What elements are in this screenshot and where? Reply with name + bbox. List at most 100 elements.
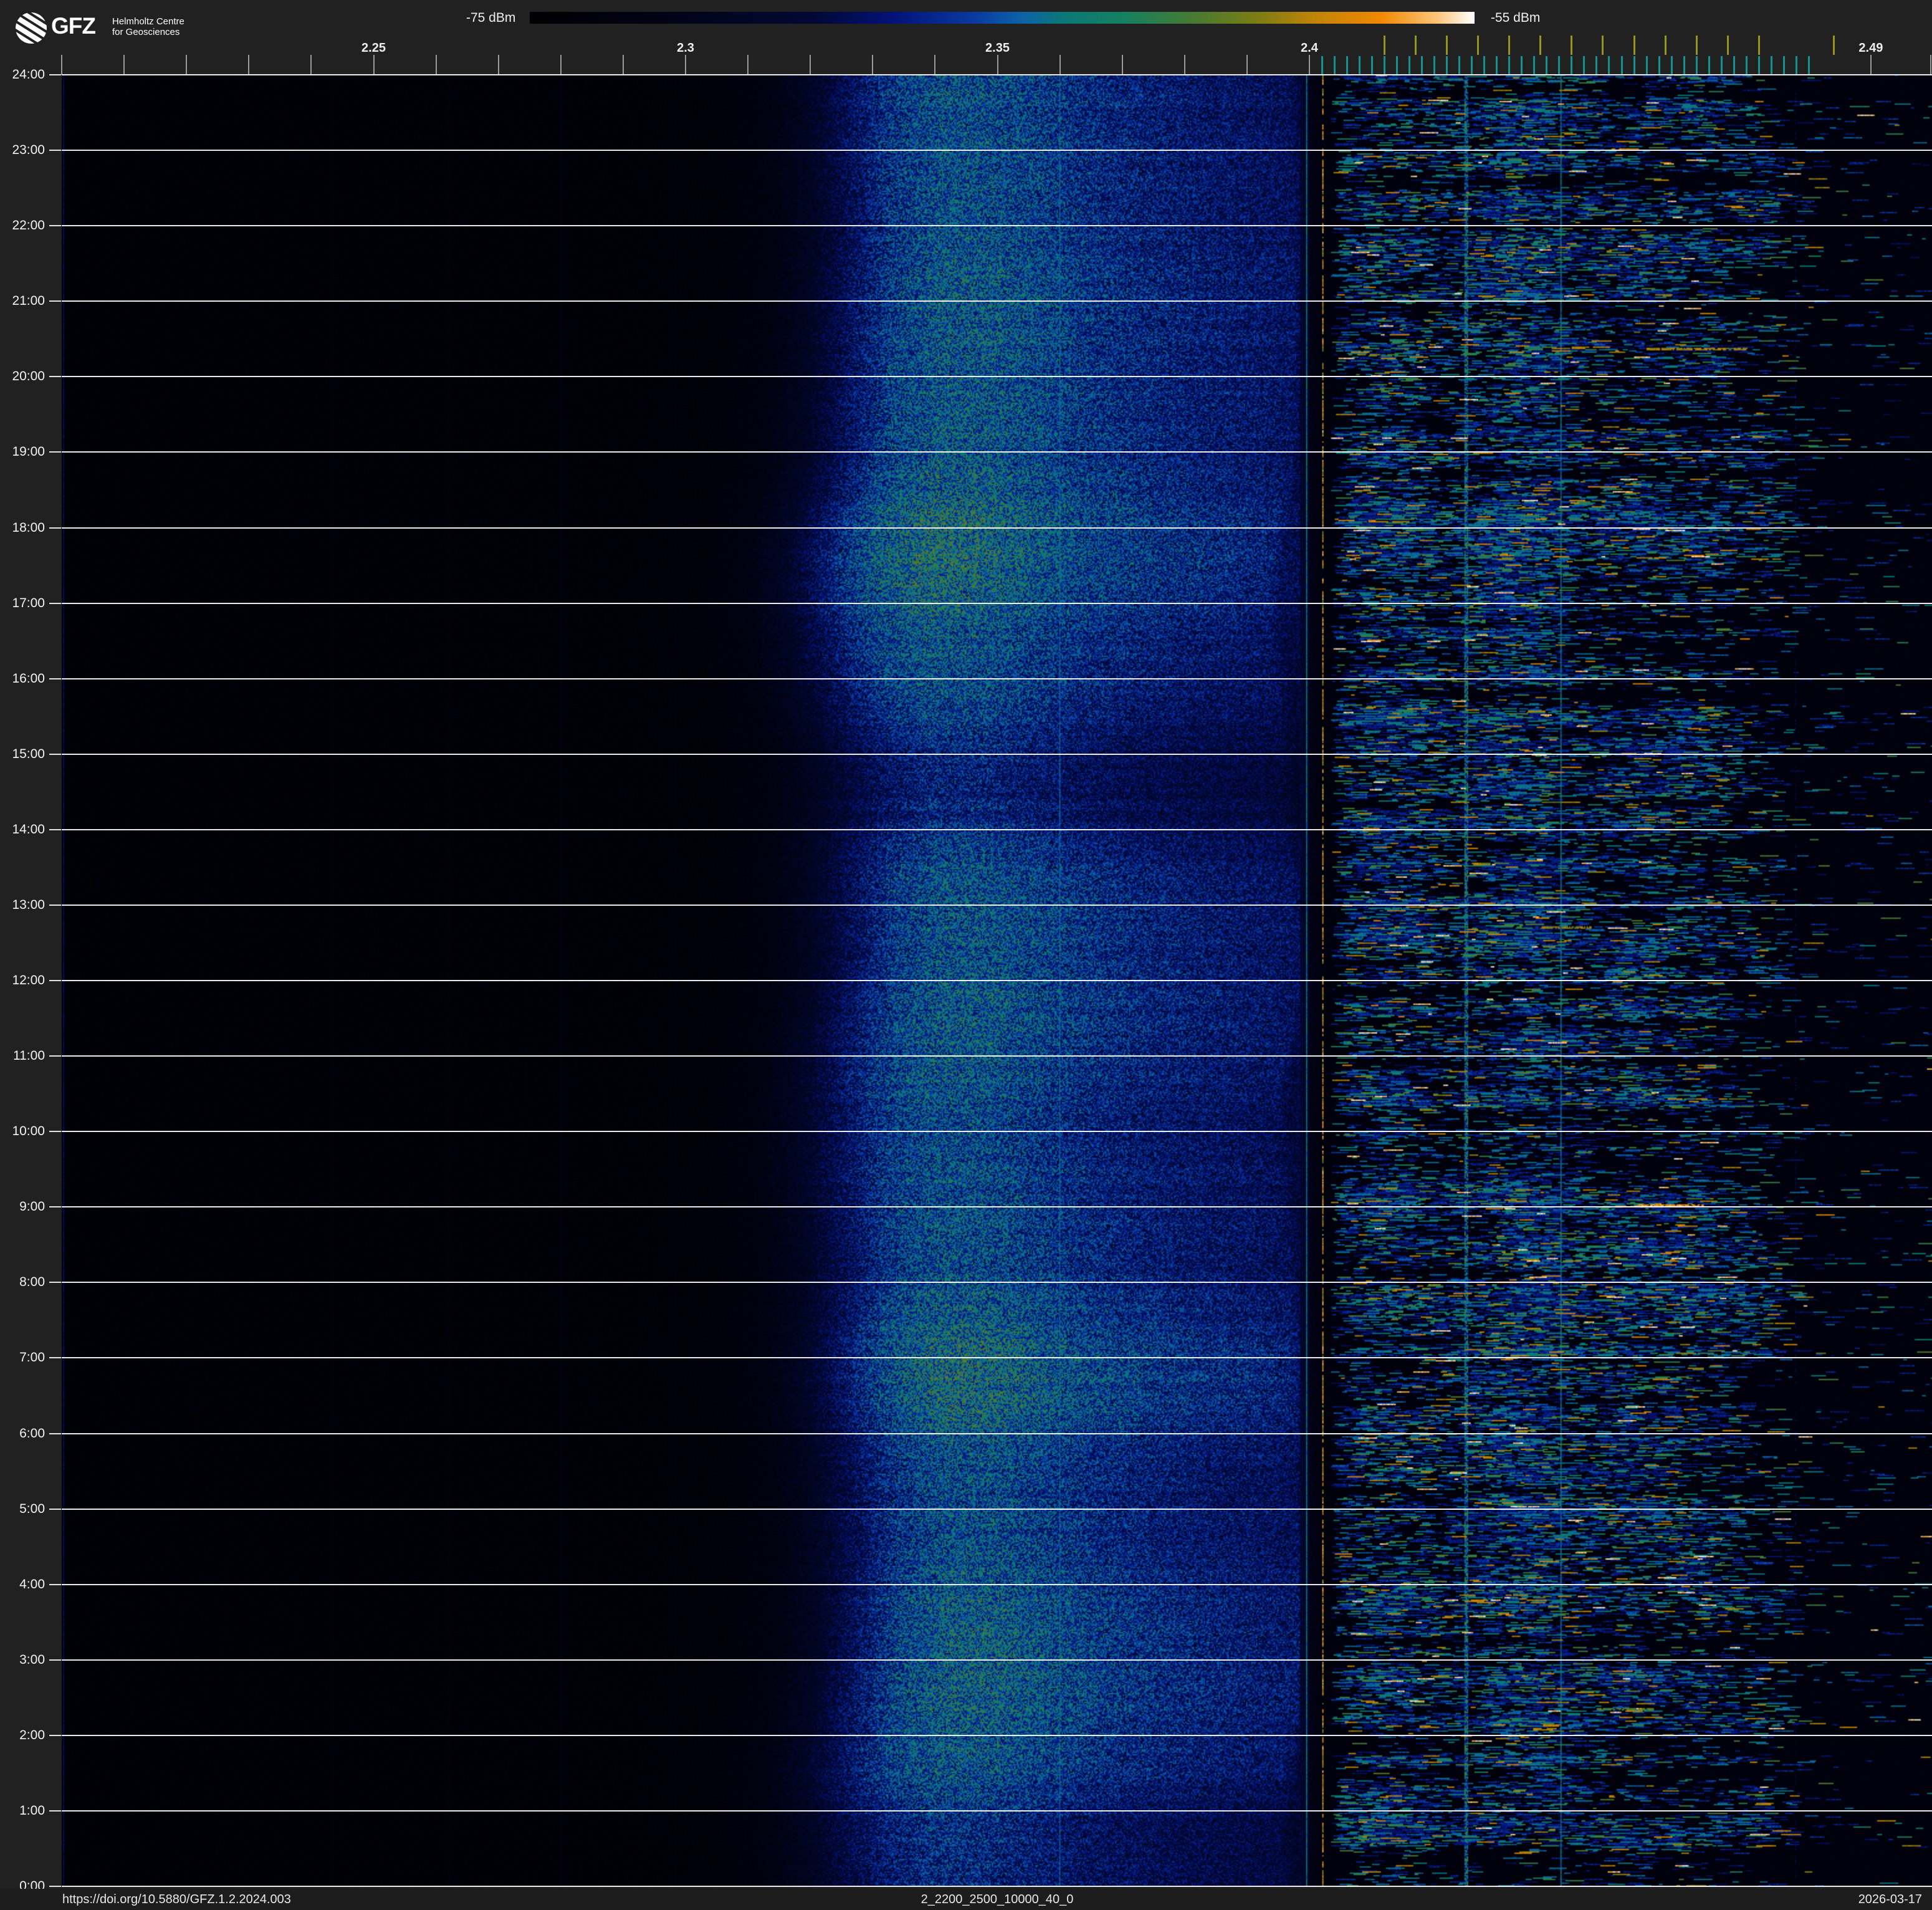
time-axis-tick: [49, 1508, 61, 1510]
ble-channel-tick: [1508, 56, 1511, 75]
hour-gridline: [62, 74, 1932, 75]
gfz-logo-name: Helmholtz Centre for Geosciences: [112, 16, 184, 37]
time-axis-tick: [49, 678, 61, 679]
wifi-channel-tick: [1602, 36, 1604, 55]
ble-channel-tick: [1359, 56, 1361, 75]
time-axis-label: 2:00: [19, 1727, 45, 1742]
freq-minor-tick: [61, 55, 62, 75]
hour-gridline: [62, 225, 1932, 227]
colorbar-min-label: -75 dBm: [466, 11, 516, 25]
freq-minor-tick: [1870, 55, 1872, 75]
ble-channel-tick: [1321, 56, 1324, 75]
colorbar-max-label: -55 dBm: [1491, 11, 1541, 25]
hour-gridline: [62, 904, 1932, 906]
freq-minor-tick: [1121, 55, 1123, 75]
ble-channel-tick: [1533, 56, 1536, 75]
ble-channel-tick: [1458, 56, 1461, 75]
gfz-logo-abbrev: GFZ: [51, 13, 96, 39]
ble-channel-tick: [1571, 56, 1573, 75]
time-axis-label: 12:00: [12, 973, 45, 987]
ble-channel-tick: [1421, 56, 1423, 75]
ble-channel-tick: [1695, 56, 1698, 75]
time-axis-label: 19:00: [12, 444, 45, 459]
wifi-channel-tick: [1477, 36, 1480, 55]
hour-gridline: [62, 1432, 1932, 1434]
time-axis-tick: [49, 451, 61, 453]
ble-channel-tick: [1683, 56, 1685, 75]
time-axis-tick: [49, 1357, 61, 1359]
gfz-logo-name-line2: for Geosciences: [112, 27, 180, 37]
ble-channel-tick: [1782, 56, 1785, 75]
hour-gridline: [62, 1282, 1932, 1284]
hour-gridline: [62, 1659, 1932, 1661]
wifi-channel-tick: [1571, 36, 1573, 55]
time-axis-label: 20:00: [12, 369, 45, 384]
freq-minor-tick: [747, 55, 749, 75]
wifi-channel-tick: [1508, 36, 1511, 55]
time-axis-label: 8:00: [19, 1275, 45, 1290]
ble-channel-tick: [1633, 56, 1635, 75]
ble-channel-tick: [1620, 56, 1623, 75]
freq-minor-tick: [497, 55, 499, 75]
hour-gridline: [62, 678, 1932, 679]
ble-channel-tick: [1471, 56, 1473, 75]
colorbar-gradient: [530, 12, 1475, 24]
hour-gridline: [62, 1055, 1932, 1057]
time-axis-tick: [49, 376, 61, 378]
ble-channel-tick: [1346, 56, 1349, 75]
ble-channel-tick: [1795, 56, 1797, 75]
wifi-channel-tick: [1633, 36, 1635, 55]
ble-channel-tick: [1583, 56, 1585, 75]
ble-channel-tick: [1770, 56, 1772, 75]
time-axis-tick: [49, 1886, 61, 1887]
time-axis-tick: [49, 602, 61, 604]
ble-channel-tick: [1807, 56, 1810, 75]
time-axis-label: 15:00: [12, 746, 45, 761]
hour-gridline: [62, 1583, 1932, 1585]
ble-channel-tick: [1334, 56, 1336, 75]
freq-axis-label: 2.3: [677, 41, 694, 55]
time-axis-label: 22:00: [12, 218, 45, 233]
hour-gridline: [62, 451, 1932, 453]
time-axis-tick: [49, 1810, 61, 1812]
time-axis-tick: [49, 1131, 61, 1133]
time-axis-label: 16:00: [12, 671, 45, 686]
freq-minor-tick: [310, 55, 312, 75]
time-axis-tick: [49, 1206, 61, 1208]
wifi-channel-tick: [1832, 36, 1835, 55]
ble-channel-tick: [1371, 56, 1374, 75]
freq-axis-label: 2.4: [1301, 41, 1318, 55]
freq-minor-tick: [1930, 55, 1931, 75]
time-axis-label: 5:00: [19, 1501, 45, 1516]
freq-minor-tick: [1309, 55, 1310, 75]
ble-channel-tick: [1708, 56, 1710, 75]
freq-minor-tick: [435, 55, 437, 75]
hour-gridline: [62, 1508, 1932, 1510]
time-axis-label: 3:00: [19, 1652, 45, 1667]
wifi-channel-tick: [1415, 36, 1417, 55]
hour-gridline: [62, 1131, 1932, 1133]
time-axis-tick: [49, 527, 61, 529]
freq-minor-tick: [123, 55, 125, 75]
freq-minor-tick: [997, 55, 998, 75]
time-axis-tick: [49, 74, 61, 75]
time-axis-tick: [49, 1734, 61, 1736]
ble-channel-tick: [1645, 56, 1648, 75]
hour-gridline: [62, 602, 1932, 604]
time-axis-label: 14:00: [12, 822, 45, 837]
footer-dataset-id: 2_2200_2500_10000_40_0: [921, 1893, 1074, 1906]
time-axis-tick: [49, 225, 61, 227]
freq-axis-label: 2.35: [985, 41, 1010, 55]
hour-gridline: [62, 828, 1932, 830]
ble-channel-tick: [1745, 56, 1748, 75]
hour-gridline: [62, 150, 1932, 151]
time-axis-label: 7:00: [19, 1350, 45, 1365]
ble-channel-tick: [1396, 56, 1399, 75]
time-axis-tick: [49, 1583, 61, 1585]
time-axis-label: 21:00: [12, 294, 45, 309]
time-axis-tick: [49, 300, 61, 302]
hour-gridline: [62, 1810, 1932, 1812]
time-axis-tick: [49, 1055, 61, 1057]
freq-minor-tick: [1184, 55, 1185, 75]
hour-gridline: [62, 1886, 1932, 1887]
